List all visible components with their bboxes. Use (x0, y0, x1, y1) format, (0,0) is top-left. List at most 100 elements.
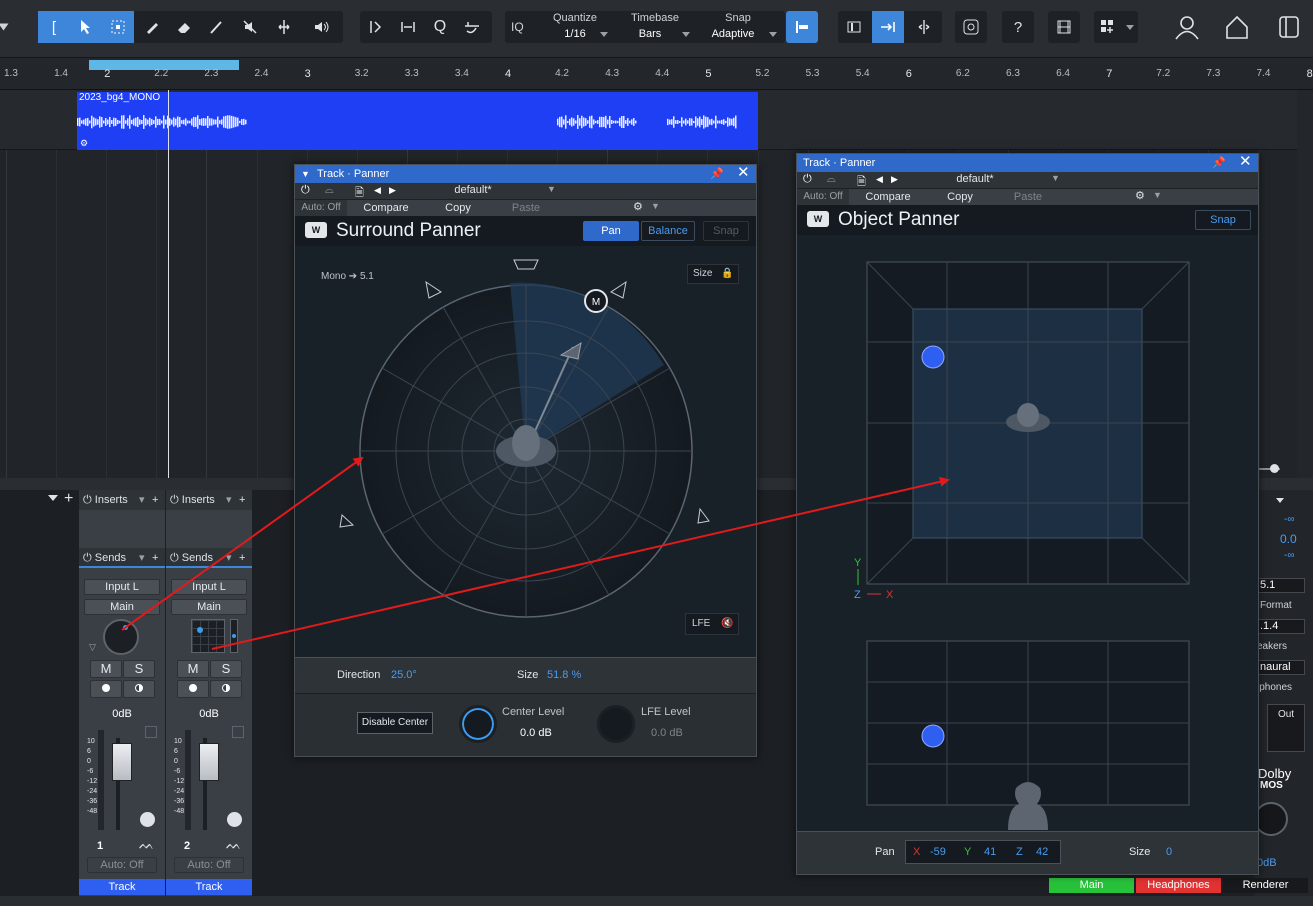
next-preset-icon[interactable]: ▶ (891, 174, 898, 185)
sends-header[interactable]: ⏻ Sends ▾ + (79, 548, 165, 568)
sends-header[interactable]: ⏻ Sends ▾ + (166, 548, 252, 568)
arrow-tool-icon[interactable] (70, 11, 102, 43)
track-name[interactable]: Track (166, 879, 252, 895)
main-tab[interactable]: Main (1049, 878, 1134, 893)
power-icon[interactable]: ⏻ (170, 494, 179, 506)
panels-icon[interactable] (1276, 14, 1302, 43)
solo-button[interactable]: S (123, 660, 155, 678)
help-button[interactable]: ? (1002, 11, 1034, 43)
mute-button[interactable]: M (90, 660, 122, 678)
waveform-icon[interactable]: ᨓ (139, 837, 155, 853)
timebase-value[interactable]: Bars (620, 28, 680, 40)
binaural-selector[interactable]: naural (1257, 660, 1305, 675)
timebase-dropdown-icon[interactable] (682, 32, 690, 37)
fader-handle[interactable] (199, 743, 219, 781)
layout-dropdown-icon[interactable] (1126, 25, 1134, 30)
bypass-icon[interactable]: ⌓ (325, 184, 334, 197)
pan-tab[interactable]: Pan (583, 221, 639, 241)
paste-button[interactable]: Paste (493, 200, 559, 216)
vertical-scrollbar[interactable] (1297, 90, 1313, 478)
snap-button[interactable]: Snap (1195, 210, 1251, 230)
record-arm-button[interactable] (90, 680, 122, 698)
lfe-level-knob[interactable] (597, 705, 635, 743)
level-value[interactable]: 0.0 (1280, 532, 1297, 546)
snap-dropdown-icon[interactable] (769, 32, 777, 37)
input-selector[interactable]: Input L (84, 579, 160, 595)
paint-tool-icon[interactable] (200, 11, 232, 43)
y-value[interactable]: 41 (984, 846, 996, 858)
home-icon[interactable] (1224, 14, 1250, 43)
split-mode-icon[interactable] (908, 11, 940, 43)
stereo-width-icon[interactable] (140, 812, 155, 827)
output-selector[interactable]: Main (171, 599, 247, 615)
headphones-tab[interactable]: Headphones (1136, 878, 1221, 893)
zoom-slider-knob[interactable] (1270, 464, 1279, 473)
auto-off[interactable]: Auto: Off (295, 200, 347, 216)
power-icon[interactable]: ⏻ (301, 184, 310, 197)
bottom-scroll-bar[interactable] (0, 896, 1313, 906)
copy-button[interactable]: Copy (423, 200, 493, 216)
mixer-menu-icon[interactable] (48, 495, 58, 501)
center-level-knob[interactable] (459, 705, 497, 743)
close-icon[interactable]: ✕ (1239, 153, 1252, 171)
record-arm-button[interactable] (177, 680, 209, 698)
help-label[interactable]: ? (1002, 11, 1034, 43)
track-menu-icon[interactable] (232, 726, 244, 738)
prev-preset-icon[interactable]: ◀ (876, 174, 883, 185)
size-value[interactable]: 0 (1166, 846, 1172, 858)
automation-mode[interactable]: Auto: Off (174, 857, 244, 873)
renderer-tab[interactable]: Renderer (1223, 878, 1308, 893)
user-icon[interactable] (1174, 14, 1200, 43)
pencil-icon[interactable] (136, 11, 168, 43)
power-icon[interactable]: ⏻ (83, 494, 92, 506)
follow-icon[interactable] (872, 11, 904, 43)
channel-format[interactable]: 5.1 (1257, 578, 1305, 593)
window-titlebar[interactable]: ▼ Track · Panner 📌 ✕ (295, 164, 756, 183)
split-tool-icon[interactable] (268, 11, 300, 43)
monitor-button[interactable] (210, 680, 242, 698)
panner-knob[interactable] (103, 619, 139, 655)
iq-label[interactable]: IQ (511, 20, 524, 34)
bypass-icon[interactable]: ⌓ (827, 173, 836, 186)
select-range-icon[interactable] (102, 11, 134, 43)
window-titlebar[interactable]: Track · Panner 📌 ✕ (797, 153, 1258, 172)
mute-tool-icon[interactable] (234, 11, 266, 43)
stereo-width-icon[interactable] (227, 812, 242, 827)
disable-center-button[interactable]: Disable Center (357, 712, 433, 734)
autoscroll-icon[interactable] (838, 11, 870, 43)
z-value[interactable]: 42 (1036, 846, 1048, 858)
eraser-icon[interactable] (168, 11, 200, 43)
inserts-add-icon[interactable]: + (239, 490, 245, 510)
output-knob[interactable] (1254, 802, 1288, 836)
monitor-button[interactable] (123, 680, 155, 698)
center-level-value[interactable]: 0.0 dB (520, 727, 552, 739)
solo-button[interactable]: S (210, 660, 242, 678)
power-icon[interactable]: ⏻ (83, 552, 92, 564)
compare-button[interactable]: Compare (851, 189, 925, 205)
prev-preset-icon[interactable]: ◀ (374, 185, 381, 196)
sends-menu-icon[interactable]: ▾ (139, 548, 145, 568)
copy-button[interactable]: Copy (925, 189, 995, 205)
playhead[interactable] (168, 90, 169, 478)
volume-readout[interactable]: 0dB (79, 708, 165, 720)
listen-tool-icon[interactable] (306, 11, 338, 43)
inserts-header[interactable]: ⏻ Inserts ▾ + (166, 490, 252, 510)
quantize-value[interactable]: 1/16 (545, 28, 605, 40)
fader-handle[interactable] (112, 743, 132, 781)
pin-icon[interactable]: 📌 (710, 165, 724, 183)
inserts-add-icon[interactable]: + (152, 490, 158, 510)
range-tool-icon[interactable]: [ (38, 11, 70, 43)
automation-mode[interactable]: Auto: Off (87, 857, 157, 873)
quantize-dropdown-icon[interactable] (600, 32, 608, 37)
timeline-ruler[interactable]: 1.3 1.4 2 2.2 2.3 2.4 3 3.2 3.3 3.4 4 4.2 4.3 4.4 5 5.2… (0, 58, 1313, 90)
object-position-dot[interactable] (921, 345, 945, 369)
preset-name[interactable]: default* (403, 184, 543, 196)
inserts-menu-icon[interactable]: ▾ (226, 490, 232, 510)
preset-dropdown-icon[interactable]: ▼ (1051, 173, 1060, 183)
lfe-level-value[interactable]: 0.0 dB (651, 727, 683, 739)
input-selector[interactable]: Input L (171, 579, 247, 595)
size-value[interactable]: 51.8 % (547, 669, 581, 681)
add-track-icon[interactable]: + (64, 490, 73, 508)
close-icon[interactable]: ✕ (737, 164, 750, 182)
bus-menu-icon[interactable] (1276, 498, 1284, 503)
